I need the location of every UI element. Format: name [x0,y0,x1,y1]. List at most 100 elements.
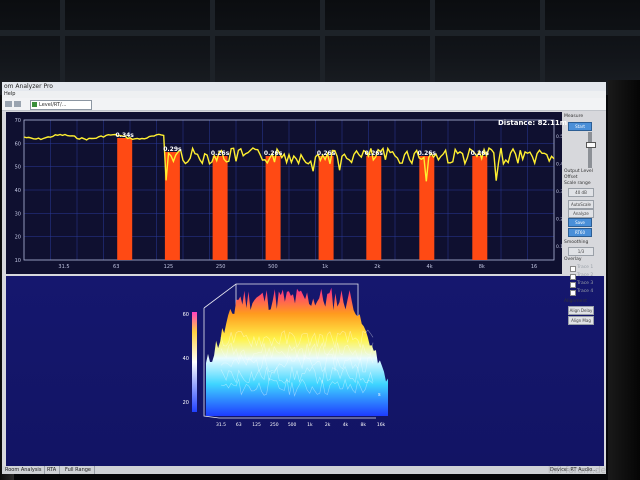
rt60-bar [318,156,334,260]
align-delay-button[interactable]: Align Delay [568,306,594,315]
y-tick-label: 10 [15,258,21,264]
measure-label: Measure [564,114,584,119]
open-icon[interactable] [14,101,21,107]
monitor-bezel-right [608,80,640,480]
waterfall-x-tick: 31.5 [216,422,226,428]
waterfall-panel: 60 40 20 31.5 63 125 250 500 1k 2k 4k 8k 16k s [6,276,604,466]
rt60-bar [117,138,133,260]
right-axis-tick-label: 0.3 [556,189,562,195]
trace3-label: Trace 3 [577,281,594,286]
right-axis-tick-label: 0.1 [556,244,562,250]
smoothing-label: Smoothing [564,240,589,245]
control-sidebar: Measure Start Output Level Offset Scale … [564,112,606,325]
preset-value: Level/RT/... [39,102,67,108]
rt60-chart-svg: 0.34s 0.29s 0.26s 0.26s 0.26s 0.26s 0.26s 0.26s… [15,118,564,270]
rt60-bar-label: 0.26s [418,150,437,157]
trace4-checkbox[interactable] [570,290,576,296]
z-color-scale [192,312,197,412]
overlay-label: Overlay [564,257,582,262]
waterfall-x-tick: 500 [288,422,297,428]
right-axis-tick-label: 0.2 [556,217,562,223]
scale-range-select[interactable]: 40 dB [568,188,594,197]
window-title: om Analyzer Pro [4,83,53,90]
rt60-bar-label: 0.26s [317,150,336,157]
save-button[interactable]: Save [568,218,592,227]
y-tick-label: 70 [15,118,21,124]
waterfall-z-tick: 20 [183,400,189,406]
right-axis-tick-label: 0.4 [556,162,562,168]
trace2-checkbox[interactable] [570,274,576,280]
waterfall-x-tick: 8k [360,422,366,428]
x-tick-label: 8k [479,264,485,270]
y-tick-label: 50 [15,165,21,171]
waterfall-z-tick: 60 [183,312,189,318]
x-tick-label: 250 [216,264,226,270]
preset-select[interactable]: Level/RT/... [30,100,92,110]
rt60-bar [265,156,281,260]
tab-rta[interactable]: RTA [44,466,61,474]
rt60-bar [212,156,228,260]
x-tick-label: 500 [268,264,278,270]
rt60-bar-label: 0.26s [211,150,230,157]
trace1-checkbox[interactable] [570,266,576,272]
rt60-bar [366,156,382,260]
status-bar: Room Analysis RTA Full Range Device: RT … [2,466,606,474]
waterfall-time-label: s [378,392,381,398]
x-tick-label: 1k [322,264,328,270]
rt60-bar-label: 0.29s [163,146,182,153]
menu-bar: Help [2,91,606,98]
preset-icon [32,102,37,107]
trace1-label: Trace 1 [577,265,594,270]
x-tick-label: 63 [113,264,119,270]
output-level-label: Output Level [564,169,593,174]
waterfall-svg: 60 40 20 31.5 63 125 250 500 1k 2k 4k 8k 16k s [183,283,388,428]
autoscale-button[interactable]: AutoScale [568,200,594,209]
waterfall-x-ticks: 31.5 63 125 250 500 1k 2k 4k 8k 16k [216,422,386,428]
x-tick-label: 31.5 [58,264,69,270]
toolbar: Level/RT/... [2,98,606,111]
tab-full-range[interactable]: Full Range [62,466,95,474]
new-icon[interactable] [5,101,12,107]
waterfall-x-tick: 16k [377,422,386,428]
y-tick-label: 30 [15,211,21,217]
rt60-button[interactable]: RT60 [568,228,592,237]
y-tick-label: 20 [15,235,21,241]
x-tick-labels: 31.5 63 125 250 500 1k 2k 4k 8k 16 [58,264,537,270]
waterfall-x-tick: 2k [325,422,331,428]
waterfall-x-tick: 250 [270,422,279,428]
x-tick-label: 2k [374,264,380,270]
menu-help[interactable]: Help [4,91,15,98]
x-tick-label: 16 [531,264,537,270]
output-level-knob[interactable] [586,142,596,148]
watermark: hifi-forum.de [548,466,607,476]
tab-room-analysis[interactable]: Room Analysis [2,466,46,474]
x-tick-label: 125 [164,264,174,270]
waterfall-x-tick: 4k [343,422,349,428]
background-room-ceiling [0,0,640,95]
start-button[interactable]: Start [568,122,592,131]
waterfall-z-tick: 40 [183,356,189,362]
rt60-bar-label: 0.26s [471,150,490,157]
title-bar: om Analyzer Pro [2,82,606,91]
trace2-label: Trace 2 [577,273,594,278]
rt60-bar [472,156,488,260]
waterfall-x-tick: 125 [252,422,261,428]
y-tick-labels: 70 60 50 40 30 20 10 [15,118,21,264]
right-axis-tick-label: 0.5 [556,134,562,140]
output-level-track[interactable] [588,132,592,168]
waterfall-z-ticks: 60 40 20 [183,312,189,406]
align-mag-button[interactable]: Align Mag [568,316,594,325]
trace3-checkbox[interactable] [570,282,576,288]
waterfall-x-tick: 63 [236,422,242,428]
rt60-bar-label: 0.26s [264,150,283,157]
x-tick-label: 4k [427,264,433,270]
smoothing-select[interactable]: 1/3 [568,247,594,256]
y-tick-label: 60 [15,141,21,147]
offset-label: Offset [564,175,578,180]
y-tick-label: 40 [15,188,21,194]
analyze-button[interactable]: Analyze [568,209,594,218]
app-window: om Analyzer Pro Help Level/RT/... 0.34s 0… [2,82,606,474]
distance-readout: Distance: 82.11m [498,119,567,127]
alignment-label: Alignment [564,299,588,304]
rt60-bar-label: 0.26s [365,150,384,157]
